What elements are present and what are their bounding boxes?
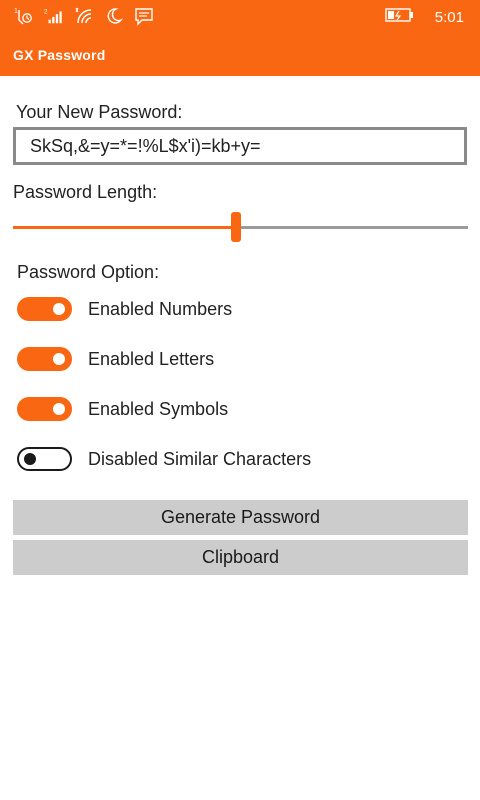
- options-label: Password Option:: [17, 262, 160, 282]
- slider-fill: [13, 226, 236, 229]
- battery-charging-icon: [385, 6, 415, 29]
- status-bar: 1 2 5:01: [0, 0, 480, 32]
- password-value[interactable]: SkSq,&=y=*=!%L$x'i)=kb+y=: [30, 136, 261, 157]
- sim2-label: 2: [44, 8, 48, 15]
- status-icons: 1 2: [14, 6, 154, 26]
- status-right: 5:01: [385, 6, 464, 29]
- toggle-knob: [53, 303, 65, 315]
- clipboard-button[interactable]: Clipboard: [13, 540, 468, 575]
- password-field[interactable]: SkSq,&=y=*=!%L$x'i)=kb+y=: [13, 127, 467, 165]
- status-time: 5:01: [434, 8, 464, 26]
- numbers-toggle[interactable]: [17, 297, 72, 321]
- option-row-symbols: Enabled Symbols: [17, 394, 228, 424]
- wifi-icon: [74, 6, 94, 26]
- sim1-missed-call-icon: 1: [14, 6, 34, 26]
- toggle-knob: [53, 353, 65, 365]
- app-title: GX Password: [13, 47, 106, 63]
- length-label: Password Length:: [13, 182, 158, 202]
- option-row-letters: Enabled Letters: [17, 344, 214, 374]
- length-slider[interactable]: [13, 210, 468, 246]
- generate-password-button[interactable]: Generate Password: [13, 500, 468, 535]
- symbols-option-label: Enabled Symbols: [88, 398, 229, 419]
- message-icon: [134, 6, 154, 26]
- option-row-similar: Disabled Similar Characters: [17, 444, 311, 474]
- option-row-numbers: Enabled Numbers: [17, 294, 232, 324]
- numbers-option-label: Enabled Numbers: [88, 298, 233, 319]
- password-label: Your New Password:: [16, 102, 183, 122]
- slider-thumb[interactable]: [231, 212, 241, 242]
- similar-chars-option-label: Disabled Similar Characters: [88, 448, 312, 469]
- sim2-signal-icon: 2: [44, 6, 64, 26]
- letters-toggle[interactable]: [17, 347, 72, 371]
- toggle-knob: [53, 403, 65, 415]
- sim1-label: 1: [14, 8, 18, 15]
- quiet-hours-icon: [104, 6, 124, 26]
- symbols-toggle[interactable]: [17, 397, 72, 421]
- similar-chars-toggle[interactable]: [17, 447, 72, 471]
- letters-option-label: Enabled Letters: [88, 348, 215, 369]
- toggle-knob: [24, 453, 36, 465]
- app-title-bar: GX Password: [0, 32, 480, 76]
